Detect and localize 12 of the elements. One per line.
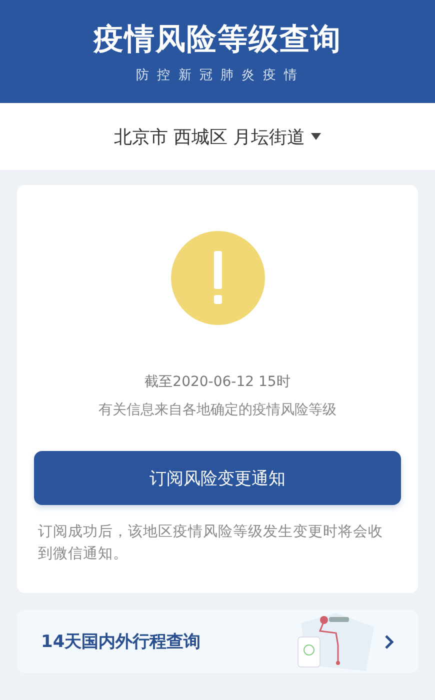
subscribe-button[interactable]: 订阅风险变更通知: [34, 451, 401, 505]
page-subtitle: 防 控 新 冠 肺 炎 疫 情: [136, 67, 299, 84]
subscribe-note: 订阅成功后，该地区疫情风险等级发生变更时将会收到微信通知。: [37, 522, 384, 564]
caret-icon: [311, 133, 322, 140]
warning-icon: [170, 231, 264, 325]
chevron-right-icon: [384, 634, 394, 650]
source-note: 有关信息来自各地确定的疫情风险等级: [98, 401, 336, 419]
travel-query-card[interactable]: 14天国内外行程查询: [17, 610, 418, 673]
travel-query-label: 14天国内外行程查询: [41, 631, 202, 653]
update-time: 截至2020-06-12 15时: [144, 373, 290, 391]
page-title: 疫情风险等级查询: [94, 21, 342, 59]
location-dropdown[interactable]: 北京市 西城区 月坛街道: [114, 124, 322, 148]
